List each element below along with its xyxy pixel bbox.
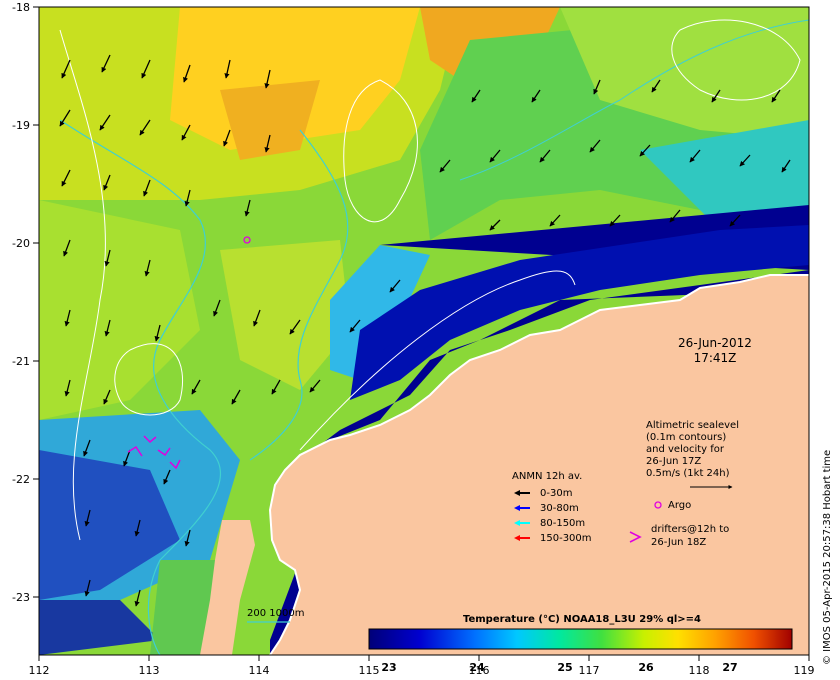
lat-tick-label: -22 — [12, 473, 30, 486]
lon-tick-label: 114 — [249, 664, 270, 677]
lat-tick-label: -19 — [12, 119, 30, 132]
lon-tick-label: 113 — [139, 664, 160, 677]
lon-tick-label: 112 — [29, 664, 50, 677]
colorbar-title: Temperature (°C) NOAA18_L3U 29% ql>=4 — [463, 614, 701, 625]
credit-label: © IMOS 05-Apr-2015 20:57:38 Hobart time — [822, 450, 833, 665]
altimetry-line: Altimetric sealevel — [646, 420, 739, 431]
time-label: 17:41Z — [694, 351, 737, 365]
colorbar-tick-label: 25 — [557, 661, 572, 674]
colorbar-ticks: 23 24 25 26 27 — [381, 661, 737, 674]
map-figure: 112 113 114 115 116 117 118 119 -18 -19 … — [12, 1, 833, 677]
lon-tick-label: 117 — [579, 664, 600, 677]
altimetry-line: 26-Jun 17Z — [646, 456, 701, 467]
lon-tick-label: 118 — [689, 664, 710, 677]
lat-tick-label: -21 — [12, 355, 30, 368]
lat-tick-label: -18 — [12, 1, 30, 14]
colorbar — [368, 628, 793, 650]
lon-tick-labels: 112 113 114 115 116 117 118 119 — [29, 664, 815, 677]
altimetry-line: (0.1m contours) — [646, 432, 726, 443]
altimetry-line: 0.5m/s (1kt 24h) — [646, 468, 730, 479]
argo-legend-label: Argo — [668, 500, 691, 511]
isobath-legend-label: 200 1000m — [247, 608, 304, 619]
anmn-legend-label: 0-30m — [540, 488, 572, 499]
drifter-legend-line: drifters@12h to — [651, 524, 729, 535]
date-label: 26-Jun-2012 — [678, 336, 752, 350]
lat-tick-label: -23 — [12, 591, 30, 604]
lat-tick-labels: -18 -19 -20 -21 -22 -23 — [12, 1, 30, 604]
altimetry-line: and velocity for — [646, 444, 725, 455]
anmn-legend-label: 80-150m — [540, 518, 585, 529]
lon-tick-label: 115 — [359, 664, 380, 677]
colorbar-tick-label: 24 — [469, 661, 485, 674]
colorbar-tick-label: 27 — [722, 661, 737, 674]
colorbar-tick-label: 23 — [381, 661, 396, 674]
anmn-legend-label: 30-80m — [540, 503, 579, 514]
colorbar-tick-label: 26 — [638, 661, 654, 674]
anmn-legend-label: 150-300m — [540, 533, 592, 544]
sst-field — [39, 7, 809, 655]
lon-tick-label: 119 — [794, 664, 815, 677]
anmn-legend-title: ANMN 12h av. — [512, 471, 582, 482]
lat-tick-label: -20 — [12, 237, 30, 250]
drifter-legend-line: 26-Jun 18Z — [651, 537, 706, 548]
